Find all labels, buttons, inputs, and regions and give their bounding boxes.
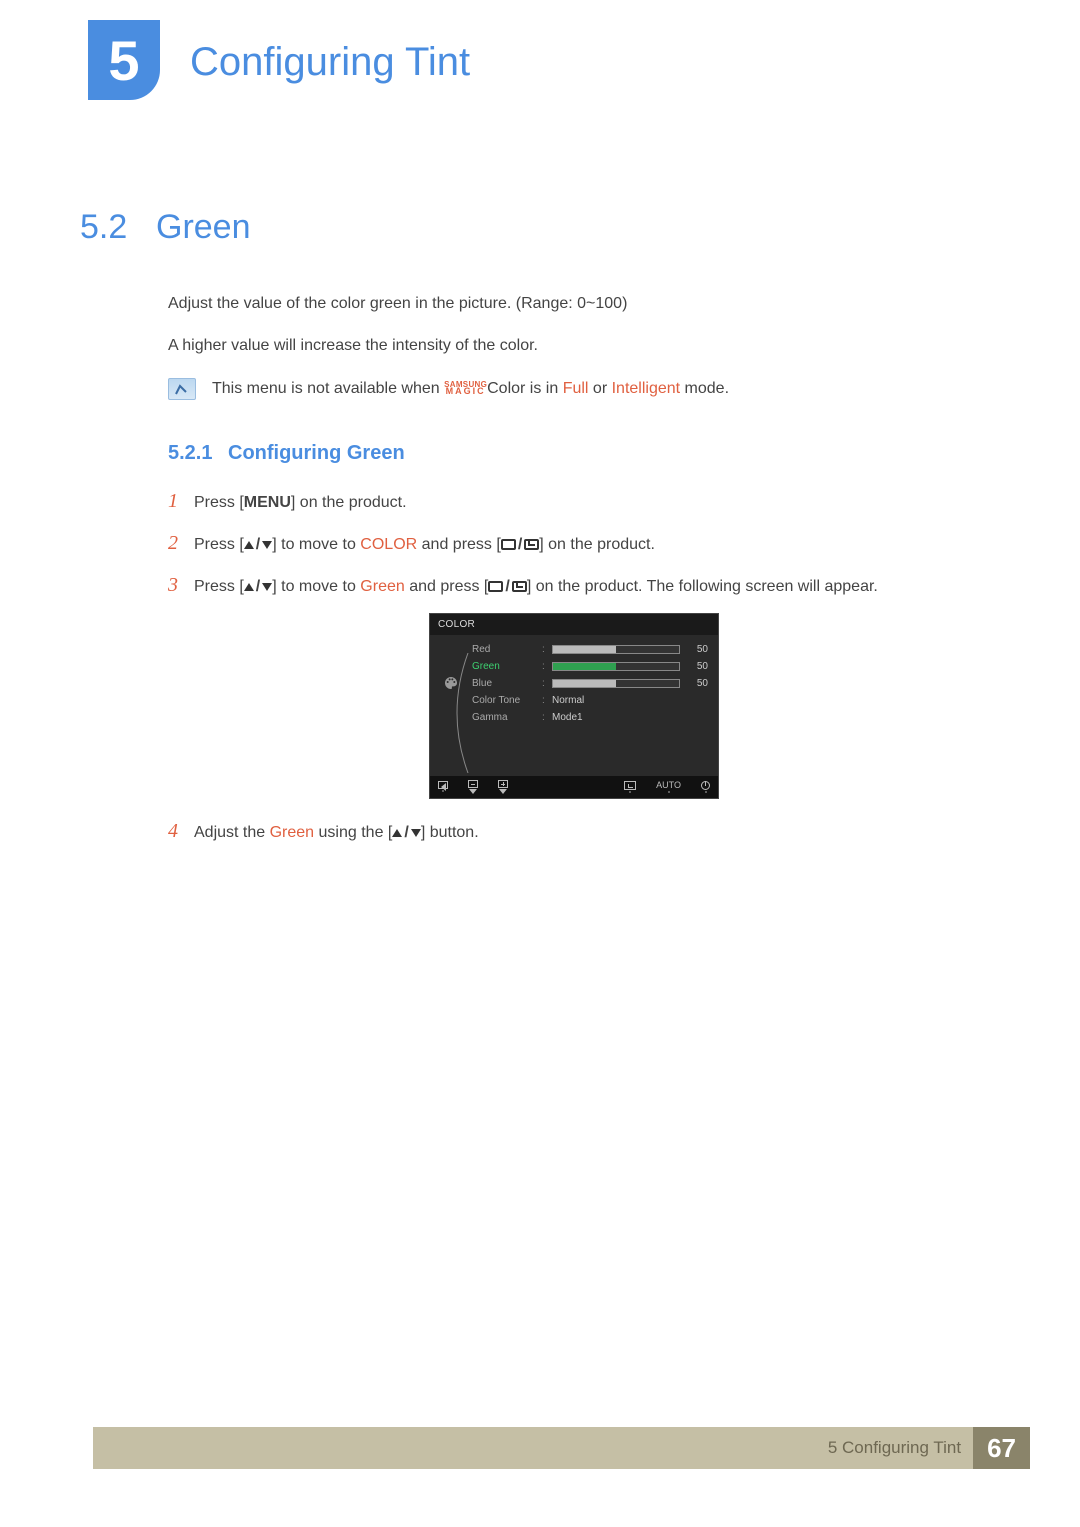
step-number: 3 bbox=[168, 571, 194, 599]
menu-key: MENU bbox=[244, 494, 291, 511]
chapter-title: Configuring Tint bbox=[190, 40, 470, 85]
osd-row-label: Gamma bbox=[472, 712, 542, 723]
osd-enter-icon bbox=[624, 781, 636, 793]
osd-plus-icon bbox=[498, 780, 508, 794]
step-number: 2 bbox=[168, 529, 194, 557]
up-down-icon: / bbox=[392, 825, 420, 841]
step-number: 1 bbox=[168, 487, 194, 515]
step-1: 1 Press [MENU] on the product. bbox=[168, 487, 980, 515]
source-enter-icon: / bbox=[501, 537, 539, 553]
note-text: This menu is not available when SAMSUNGM… bbox=[212, 380, 729, 398]
osd-row: Red:50 bbox=[472, 641, 708, 658]
osd-row-label: Blue bbox=[472, 678, 542, 689]
section-title: Green bbox=[156, 208, 251, 247]
osd-curve-decor bbox=[450, 653, 476, 773]
osd-row-label: Color Tone bbox=[472, 695, 542, 706]
note-icon bbox=[168, 378, 196, 400]
intro-paragraph-1: Adjust the value of the color green in t… bbox=[168, 293, 980, 315]
osd-value: 50 bbox=[686, 678, 708, 689]
page-footer: 5 Configuring Tint 67 bbox=[93, 1427, 1030, 1469]
osd-title: COLOR bbox=[430, 614, 718, 635]
osd-footer: AUTO bbox=[430, 776, 718, 798]
osd-back-icon bbox=[438, 781, 448, 792]
osd-value: 50 bbox=[686, 661, 708, 672]
section-number: 5.2 bbox=[80, 208, 156, 247]
osd-row: Green:50 bbox=[472, 658, 708, 675]
up-down-icon: / bbox=[244, 537, 272, 553]
intro-paragraph-2: A higher value will increase the intensi… bbox=[168, 335, 980, 357]
osd-row: Blue:50 bbox=[472, 675, 708, 692]
osd-row-label: Red bbox=[472, 644, 542, 655]
footer-chapter-label: 5 Configuring Tint bbox=[828, 1438, 961, 1458]
osd-auto-label: AUTO bbox=[656, 781, 681, 793]
footer-page-number: 67 bbox=[973, 1427, 1030, 1469]
subsection-title: Configuring Green bbox=[228, 442, 405, 465]
osd-minus-icon bbox=[468, 780, 478, 794]
chapter-badge: 5 bbox=[88, 20, 160, 100]
step-number: 4 bbox=[168, 817, 194, 845]
osd-slider bbox=[552, 679, 680, 688]
up-down-icon: / bbox=[244, 579, 272, 595]
step-3: 3 Press [/] to move to Green and press [… bbox=[168, 571, 980, 599]
osd-row-label: Green bbox=[472, 661, 542, 672]
osd-value: 50 bbox=[686, 644, 708, 655]
subsection-number: 5.2.1 bbox=[168, 442, 228, 465]
osd-slider bbox=[552, 662, 680, 671]
source-enter-icon: / bbox=[488, 579, 526, 595]
osd-row: Color Tone:Normal bbox=[472, 692, 708, 709]
osd-row: Gamma:Mode1 bbox=[472, 709, 708, 726]
step-2: 2 Press [/] to move to COLOR and press [… bbox=[168, 529, 980, 557]
samsung-magic-logo: SAMSUNGMAGIC bbox=[444, 382, 487, 396]
osd-value: Mode1 bbox=[552, 712, 583, 723]
osd-slider bbox=[552, 645, 680, 654]
osd-value: Normal bbox=[552, 695, 584, 706]
osd-screenshot: COLOR Red:50Green:50Blue:50Color Tone:No… bbox=[429, 613, 719, 799]
step-4: 4 Adjust the Green using the [/] button. bbox=[168, 817, 980, 845]
osd-power-icon bbox=[701, 781, 710, 793]
